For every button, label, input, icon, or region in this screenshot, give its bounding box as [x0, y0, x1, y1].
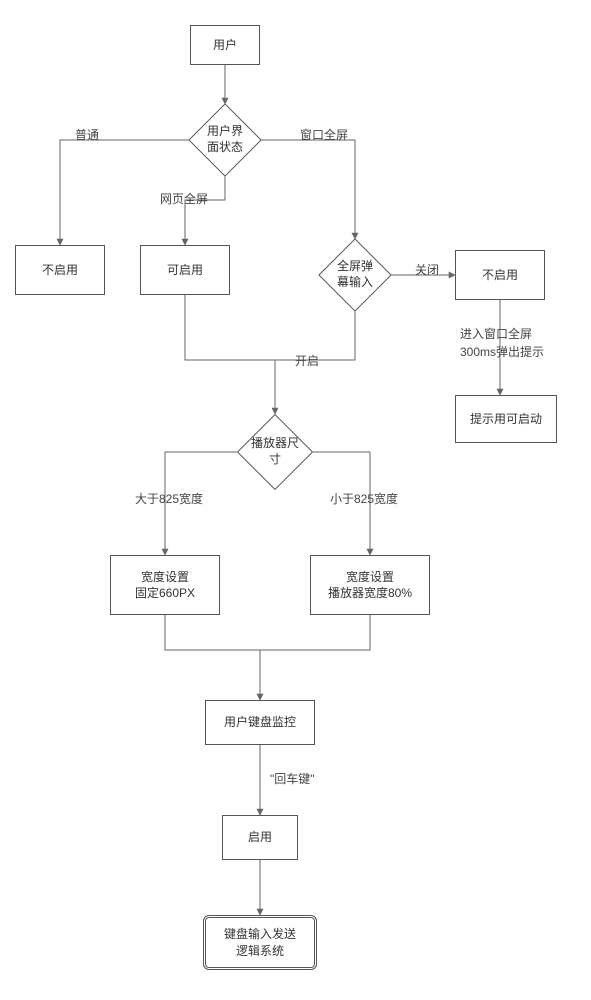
node-kb-monitor: 用户键盘监控 [205, 700, 315, 745]
edge-label-normal: 普通 [75, 126, 99, 143]
node-player-size: 播放器尺寸 [237, 414, 313, 490]
node-fixed-660: 宽度设置 固定660PX [110, 555, 220, 615]
node-player-size-label: 播放器尺寸 [249, 426, 301, 478]
flowchart-canvas: 用户 用户界面状态 不启用 可启用 全屏弹幕输入 不启用 提示用可启动 播放器尺… [0, 0, 591, 1000]
text-line: 宽度设置 [135, 569, 195, 585]
node-popup-hint: 提示用可启动 [455, 395, 557, 443]
text-line: 键盘输入发送 [224, 926, 296, 942]
text-line: 播放器宽度80% [328, 585, 412, 601]
node-danmu-input-label: 全屏弹幕输入 [330, 250, 380, 300]
edge-label-win-fs: 窗口全屏 [300, 126, 348, 143]
edge-label-open: 开启 [295, 352, 319, 369]
edge-label-close: 关闭 [415, 261, 439, 278]
edge-label-lt825: 小于825宽度 [330, 490, 398, 507]
node-ui-state-label: 用户界面状态 [200, 115, 250, 165]
node-logic-system: 键盘输入发送 逻辑系统 [203, 915, 317, 970]
edge-label-web-fs: 网页全屏 [160, 190, 208, 207]
edge-label-hint1: 进入窗口全屏 [460, 325, 532, 342]
node-disable-closed: 不启用 [455, 250, 545, 300]
node-disable-normal: 不启用 [15, 245, 105, 295]
node-enable-ok: 可启用 [140, 245, 230, 295]
edge-label-hint2: 300ms弹出提示 [460, 343, 544, 360]
node-user: 用户 [190, 25, 260, 65]
node-danmu-input: 全屏弹幕输入 [318, 238, 392, 312]
text-line: 逻辑系统 [224, 943, 296, 959]
node-pct80: 宽度设置 播放器宽度80% [310, 555, 430, 615]
node-ui-state: 用户界面状态 [188, 103, 262, 177]
edge-label-enter: "回车键" [270, 770, 315, 787]
edge-label-gt825: 大于825宽度 [135, 490, 203, 507]
node-activate: 启用 [222, 815, 298, 860]
text-line: 固定660PX [135, 585, 195, 601]
text-line: 宽度设置 [328, 569, 412, 585]
